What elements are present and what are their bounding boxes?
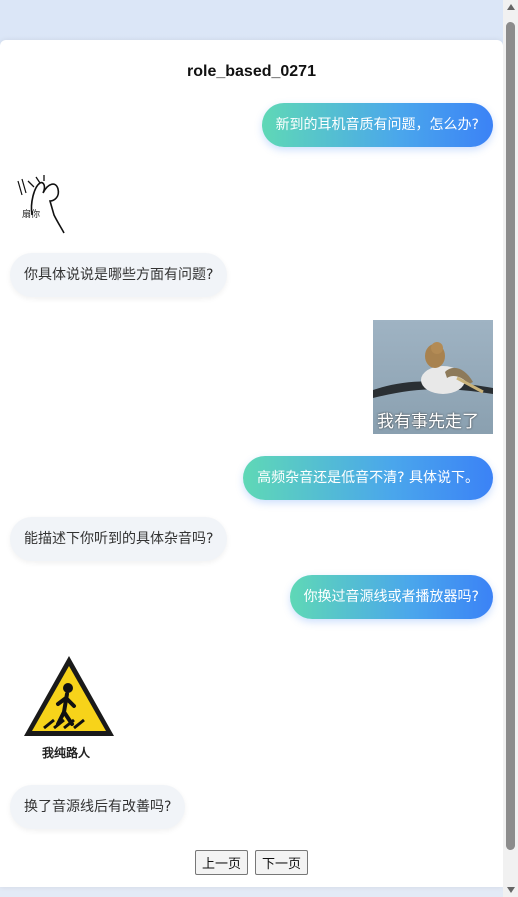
page-title: role_based_0271 [187,63,316,80]
scroll-up-icon[interactable] [507,4,515,10]
warning-sign-icon [10,648,120,748]
sticker-caption: 我纯路人 [42,746,91,760]
user-message: 你换过音源线或者播放器吗? [289,575,493,619]
bot-message: 能描述下你听到的具体杂音吗? [10,517,228,561]
pelican-bird-sticker: 我有事先走了 [373,320,493,434]
sticker-caption: 我有事先走了 [377,412,479,432]
hand-waving-sticker-image [10,175,70,235]
vertical-scrollbar[interactable] [503,0,518,897]
chat-card: role_based_0271 新到的耳机音质有问题，怎么办? 扇你 你具体说说… [0,40,503,887]
prev-page-button[interactable]: 上一页 [194,850,248,875]
pedestrian-warning-sticker: 我纯路人 [10,648,120,766]
sticker-caption: 扇你 [22,210,41,220]
user-message: 新到的耳机音质有问题，怎么办? [261,103,493,147]
scroll-down-icon[interactable] [507,887,515,893]
hand-waving-sticker: 扇你 [10,175,70,235]
user-message: 高频杂音还是低音不清? 具体说下。 [243,456,493,500]
scroll-thumb[interactable] [506,22,515,850]
bot-message: 换了音源线后有改善吗? [10,785,186,829]
next-page-button[interactable]: 下一页 [255,850,309,875]
pagination: 上一页 下一页 [0,850,503,875]
bot-message: 你具体说说是哪些方面有问题? [10,253,228,297]
